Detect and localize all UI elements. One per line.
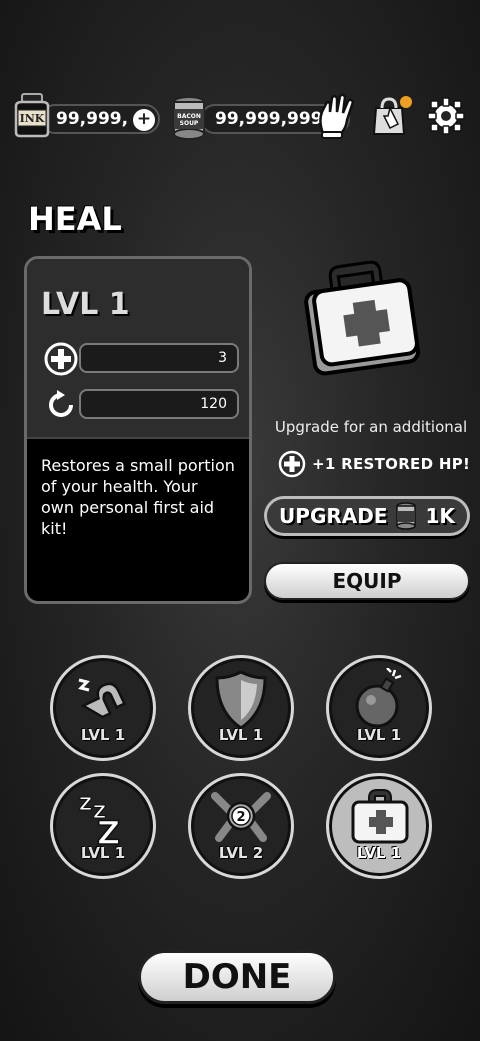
heal-amount-bar: 3: [79, 343, 239, 373]
svg-text:Z: Z: [97, 814, 120, 846]
powerup-level: LVL 2: [218, 844, 264, 862]
shop-bag-icon[interactable]: [370, 94, 414, 138]
cooldown-refresh-icon: [49, 390, 73, 417]
powerup-level: LVL 1: [218, 726, 264, 744]
bacon-soup-can-icon: BACON SOUP: [173, 96, 205, 140]
heal-plus-small-icon: [278, 450, 306, 478]
svg-text:2: 2: [236, 810, 245, 825]
powerup-level: LVL 1: [80, 726, 126, 744]
powerup-slot-magnet[interactable]: LVL 1: [50, 655, 156, 761]
notification-dot: [400, 96, 412, 108]
ink-amount: 99,999,: [56, 109, 129, 129]
item-info-panel: LVL 1 3 120 Restores a small portion of …: [24, 256, 252, 604]
sleep-icon: Z Z Z: [79, 794, 121, 847]
glove-icon[interactable]: [316, 92, 358, 140]
item-stats: LVL 1 3 120: [27, 259, 249, 439]
powerup-level: LVL 1: [80, 844, 126, 862]
item-level: LVL 1: [41, 287, 130, 322]
bomb-icon: [355, 668, 402, 728]
ink-jar-icon: INK: [14, 93, 50, 138]
top-bar: 99,999, + INK 99,999,999 BACON SOUP: [0, 88, 480, 148]
settings-gear-icon[interactable]: [426, 96, 466, 136]
powerup-level: LVL 1: [356, 726, 402, 744]
svg-text:INK: INK: [20, 112, 45, 125]
upgrade-cost: 1K: [425, 504, 455, 528]
bacon-amount: 99,999,999: [215, 109, 323, 129]
powerup-slot-sleep[interactable]: Z Z Z LVL 1: [50, 773, 156, 879]
svg-text:SOUP: SOUP: [180, 120, 199, 127]
powerup-level: LVL 1: [356, 844, 402, 862]
first-aid-kit-icon: [304, 260, 421, 376]
svg-text:BACON: BACON: [177, 113, 201, 120]
upgrade-bonus: +1 RESTORED HP!: [278, 450, 470, 478]
powerup-slot-wrench[interactable]: 2 LVL 2: [188, 773, 294, 879]
svg-text:Z: Z: [79, 794, 92, 815]
equip-button-label: EQUIP: [332, 569, 402, 593]
upgrade-text: Upgrade for an additional: [274, 418, 468, 436]
done-button-label: DONE: [182, 957, 292, 997]
powerup-slot-bomb[interactable]: LVL 1: [326, 655, 432, 761]
powerup-slot-shield[interactable]: LVL 1: [188, 655, 294, 761]
buy-ink-button[interactable]: +: [133, 109, 155, 131]
first-aid-kit-icon: [351, 789, 409, 844]
item-title: HEAL: [28, 200, 122, 238]
upgrade-button-label: UPGRADE: [279, 504, 388, 528]
magnet-icon: [78, 678, 127, 719]
equip-button[interactable]: EQUIP: [264, 562, 470, 600]
done-button[interactable]: DONE: [138, 950, 336, 1004]
item-description: Restores a small portion of your health.…: [41, 456, 235, 538]
cooldown-bar: 120: [79, 389, 239, 419]
bacon-soup-can-small-icon: [395, 502, 416, 530]
heal-plus-icon: [44, 342, 78, 376]
powerup-slot-first-aid[interactable]: LVL 1: [326, 773, 432, 879]
upgrade-bonus-text: +1 RESTORED HP!: [312, 455, 471, 473]
shield-icon: [215, 670, 267, 730]
wrench-badge-icon: 2: [211, 792, 271, 842]
upgrade-button[interactable]: UPGRADE 1K: [264, 496, 470, 536]
ink-counter: 99,999, +: [40, 104, 160, 134]
